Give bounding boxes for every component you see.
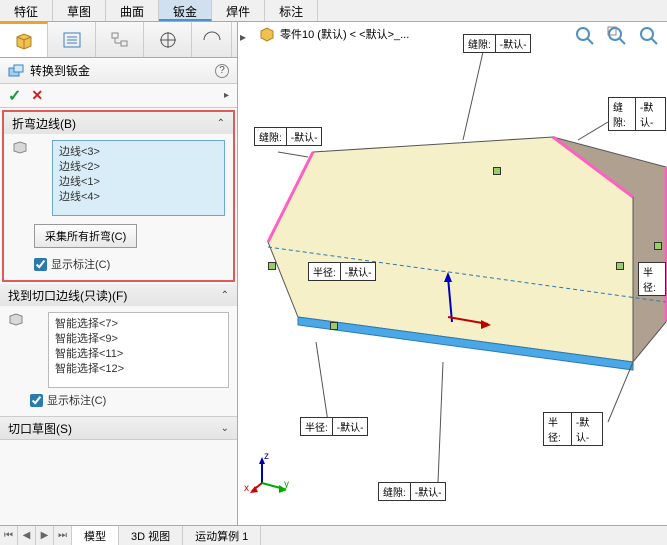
panel-title-bar: 转换到钣金 ? xyxy=(0,58,237,84)
menu-features[interactable]: 特征 xyxy=(0,0,53,21)
callout-radius[interactable]: 半径: xyxy=(638,262,666,296)
callout-gap[interactable]: 缝隙:-默认- xyxy=(608,97,666,131)
bend-edges-header[interactable]: 折弯边线(B) ⌃ xyxy=(4,112,233,134)
callout-gap[interactable]: 缝隙:-默认- xyxy=(463,34,531,53)
half-circle-icon xyxy=(202,30,222,50)
help-icon[interactable]: ? xyxy=(215,64,229,78)
drag-handle[interactable] xyxy=(493,167,501,175)
panel-title: 转换到钣金 xyxy=(30,62,215,79)
drag-handle[interactable] xyxy=(654,242,662,250)
list-item[interactable]: 智能选择<7> xyxy=(55,317,222,332)
rip-sketch-header[interactable]: 切口草图(S) ⌄ xyxy=(0,417,237,439)
view-triad: z y x xyxy=(250,455,290,498)
dimxpert-tab[interactable] xyxy=(144,22,192,57)
3d-viewport[interactable]: ▸ 零件10 (默认) < <默认>_... xyxy=(238,22,667,530)
callout-gap[interactable]: 缝隙:-默认- xyxy=(378,482,446,501)
edge-icon xyxy=(12,140,30,156)
rip-edges-list[interactable]: 智能选择<7> 智能选择<9> 智能选择<11> 智能选择<12> xyxy=(48,312,229,388)
bend-edges-group: 折弯边线(B) ⌃ 边线<3> 边线<2> 边线<1> 边线<4> 采集所有折弯… xyxy=(2,110,235,282)
ok-button[interactable]: ✓ xyxy=(8,86,21,106)
tab-3dview[interactable]: 3D 视图 xyxy=(119,526,183,545)
menu-weldment[interactable]: 焊件 xyxy=(212,0,265,21)
bottom-tab-bar: ⏮ ◀ ▶ ⏭ 模型 3D 视图 运动算例 1 xyxy=(0,525,667,545)
list-icon xyxy=(61,30,83,50)
drag-handle[interactable] xyxy=(616,262,624,270)
menu-surface[interactable]: 曲面 xyxy=(106,0,159,21)
bend-edges-list[interactable]: 边线<3> 边线<2> 边线<1> 边线<4> xyxy=(52,140,225,216)
collapse-icon: ⌃ xyxy=(221,290,229,301)
tab-scroll-first[interactable]: ⏮ xyxy=(0,526,18,545)
tab-scroll-prev[interactable]: ◀ xyxy=(18,526,36,545)
callout-gap[interactable]: 缝隙:-默认- xyxy=(254,127,322,146)
collect-bends-button[interactable]: 采集所有折弯(C) xyxy=(34,224,137,248)
list-item[interactable]: 智能选择<12> xyxy=(55,362,222,377)
show-callouts-checkbox-1[interactable]: 显示标注(C) xyxy=(34,256,225,272)
feature-manager-tab[interactable] xyxy=(0,22,48,57)
rip-edges-group: 找到切口边线(只读)(F) ⌃ 智能选择<7> 智能选择<9> 智能选择<11>… xyxy=(0,284,237,417)
rip-edges-header[interactable]: 找到切口边线(只读)(F) ⌃ xyxy=(0,284,237,306)
cube-icon xyxy=(13,31,35,51)
list-item[interactable]: 边线<3> xyxy=(59,145,218,160)
collapse-icon: ⌃ xyxy=(217,118,225,129)
menu-sketch[interactable]: 草图 xyxy=(53,0,106,21)
edge-icon xyxy=(8,312,26,328)
property-tab[interactable] xyxy=(48,22,96,57)
pin-icon[interactable]: ▸ xyxy=(224,90,229,101)
list-item[interactable]: 智能选择<9> xyxy=(55,332,222,347)
property-panel: 转换到钣金 ? ✓ ✕ ▸ 折弯边线(B) ⌃ 边线<3> 边线<2> xyxy=(0,22,238,530)
show-callouts-checkbox-2[interactable]: 显示标注(C) xyxy=(30,392,229,408)
ok-cancel-bar: ✓ ✕ ▸ xyxy=(0,84,237,108)
target-icon xyxy=(157,30,179,50)
tab-motion[interactable]: 运动算例 1 xyxy=(183,526,261,545)
sheetmetal-icon xyxy=(8,64,24,78)
list-item[interactable]: 边线<2> xyxy=(59,160,218,175)
tab-scroll-next[interactable]: ▶ xyxy=(36,526,54,545)
list-item[interactable]: 边线<1> xyxy=(59,175,218,190)
callout-radius[interactable]: 半径:-默认- xyxy=(543,412,603,446)
cancel-button[interactable]: ✕ xyxy=(31,87,43,104)
tab-scroll-last[interactable]: ⏭ xyxy=(54,526,72,545)
expand-icon: ⌄ xyxy=(221,423,229,434)
config-tab[interactable] xyxy=(96,22,144,57)
callout-radius[interactable]: 半径:-默认- xyxy=(308,262,376,281)
list-item[interactable]: 边线<4> xyxy=(59,190,218,205)
list-item[interactable]: 智能选择<11> xyxy=(55,347,222,362)
callout-radius[interactable]: 半径:-默认- xyxy=(300,417,368,436)
tab-model[interactable]: 模型 xyxy=(72,526,119,545)
more-tab[interactable] xyxy=(192,22,232,57)
drag-handle[interactable] xyxy=(268,262,276,270)
menu-annotation[interactable]: 标注 xyxy=(265,0,318,21)
tree-icon xyxy=(109,30,131,50)
menu-sheetmetal[interactable]: 钣金 xyxy=(159,0,212,21)
panel-tab-bar xyxy=(0,22,237,58)
drag-handle[interactable] xyxy=(330,322,338,330)
rip-sketch-group: 切口草图(S) ⌄ xyxy=(0,417,237,440)
menu-bar: 特征 草图 曲面 钣金 焊件 标注 xyxy=(0,0,667,22)
